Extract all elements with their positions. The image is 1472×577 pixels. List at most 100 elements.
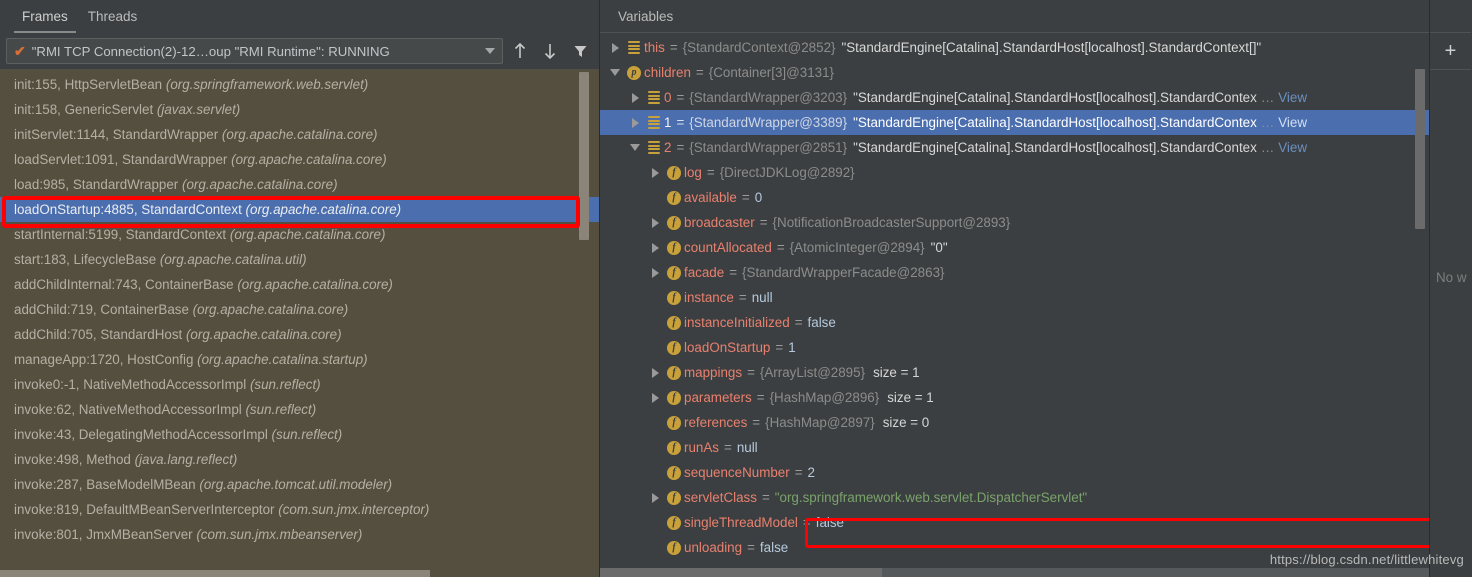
equals-sign: = (747, 540, 755, 555)
frame-row[interactable]: startInternal:5199, StandardContext (org… (0, 222, 599, 247)
add-watch-button[interactable]: + (1438, 38, 1464, 64)
expand-twisty-icon[interactable] (626, 110, 644, 135)
tab-frames[interactable]: Frames (12, 0, 78, 33)
frame-row[interactable]: invoke:43, DelegatingMethodAccessorImpl … (0, 422, 599, 447)
frame-row[interactable]: init:155, HttpServletBean (org.springfra… (0, 72, 599, 97)
value-ellipsis: … (1260, 90, 1275, 105)
frame-row[interactable]: init:158, GenericServlet (javax.servlet) (0, 97, 599, 122)
frame-row-selected[interactable]: loadOnStartup:4885, StandardContext (org… (0, 197, 599, 222)
frame-row[interactable]: loadServlet:1091, StandardWrapper (org.a… (0, 147, 599, 172)
frame-package: (com.sun.jmx.mbeanserver) (196, 527, 363, 542)
filter-icon[interactable] (567, 38, 593, 64)
frames-list[interactable]: init:155, HttpServletBean (org.springfra… (0, 69, 599, 577)
variable-row-mappings[interactable]: f mappings = {ArrayList@2895} size = 1 (600, 360, 1429, 385)
frame-row[interactable]: invoke:819, DefaultMBeanServerIntercepto… (0, 497, 599, 522)
view-value-link[interactable]: View (1278, 135, 1307, 160)
frame-row[interactable]: invoke:62, NativeMethodAccessorImpl (sun… (0, 397, 599, 422)
variable-row-facade[interactable]: f facade = {StandardWrapperFacade@2863} (600, 260, 1429, 285)
frames-vertical-scrollbar[interactable] (579, 72, 589, 240)
expand-twisty-icon[interactable] (646, 235, 664, 260)
variable-row-log[interactable]: f log = {DirectJDKLog@2892} (600, 160, 1429, 185)
variable-name: servletClass (684, 490, 757, 505)
tab-threads[interactable]: Threads (78, 0, 148, 33)
no-twisty (646, 460, 664, 485)
expand-twisty-icon[interactable] (626, 85, 644, 110)
object-stack-icon (644, 135, 664, 160)
variable-row-singleThreadModel[interactable]: f singleThreadModel = false (600, 510, 1429, 535)
variable-row-loadOnStartup[interactable]: f loadOnStartup = 1 (600, 335, 1429, 360)
equals-sign: = (706, 165, 715, 180)
variable-row-index-2[interactable]: 2 = {StandardWrapper@2851} "StandardEngi… (600, 135, 1429, 160)
frame-method: init:155, HttpServletBean (14, 77, 166, 92)
view-value-link[interactable]: View (1278, 85, 1307, 110)
frame-row[interactable]: initServlet:1144, StandardWrapper (org.a… (0, 122, 599, 147)
variable-value: "org.springframework.web.servlet.Dispatc… (774, 490, 1088, 505)
variable-name: broadcaster (684, 215, 755, 230)
collapse-twisty-icon[interactable] (606, 60, 624, 85)
variable-value: false (807, 315, 836, 330)
expand-twisty-icon[interactable] (646, 260, 664, 285)
expand-twisty-icon[interactable] (646, 360, 664, 385)
variable-row-runAs[interactable]: f runAs = null (600, 435, 1429, 460)
no-twisty (646, 510, 664, 535)
watches-panel: + No w (1430, 0, 1471, 577)
frame-method: invoke:819, DefaultMBeanServerIntercepto… (14, 502, 279, 517)
watches-list[interactable]: No w (1430, 69, 1471, 577)
variable-row-broadcaster[interactable]: f broadcaster = {NotificationBroadcaster… (600, 210, 1429, 235)
variable-name: instanceInitialized (684, 315, 790, 330)
frame-method: invoke:498, Method (14, 452, 135, 467)
frame-row[interactable]: addChildInternal:743, ContainerBase (org… (0, 272, 599, 297)
variable-row-instanceInitialized[interactable]: f instanceInitialized = false (600, 310, 1429, 335)
arrow-up-icon[interactable] (507, 38, 533, 64)
equals-sign: = (729, 265, 738, 280)
variable-value: 0 (754, 190, 763, 205)
expand-twisty-icon[interactable] (646, 385, 664, 410)
variables-tree[interactable]: this = {StandardContext@2852} "StandardE… (600, 33, 1429, 577)
frame-row[interactable]: load:985, StandardWrapper (org.apache.ca… (0, 172, 599, 197)
no-twisty (646, 310, 664, 335)
frame-row[interactable]: manageApp:1720, HostConfig (org.apache.c… (0, 347, 599, 372)
expand-twisty-icon[interactable] (646, 160, 664, 185)
variable-row-parameters[interactable]: f parameters = {HashMap@2896} size = 1 (600, 385, 1429, 410)
frame-row[interactable]: invoke:801, JmxMBeanServer (com.sun.jmx.… (0, 522, 599, 547)
variable-name: singleThreadModel (684, 515, 798, 530)
frame-row[interactable]: invoke:498, Method (java.lang.reflect) (0, 447, 599, 472)
variable-row-index-1-selected[interactable]: 1 = {StandardWrapper@3389} "StandardEngi… (600, 110, 1429, 135)
variable-row-children[interactable]: p children = {Container[3]@3131} (600, 60, 1429, 85)
variable-row-sequenceNumber[interactable]: f sequenceNumber = 2 (600, 460, 1429, 485)
view-value-link[interactable]: View (1278, 110, 1307, 135)
field-icon: f (664, 335, 684, 360)
variable-row-instance[interactable]: f instance = null (600, 285, 1429, 310)
expand-twisty-icon[interactable] (646, 485, 664, 510)
frame-row[interactable]: invoke:287, BaseModelMBean (org.apache.t… (0, 472, 599, 497)
variable-row-references[interactable]: f references = {HashMap@2897} size = 0 (600, 410, 1429, 435)
collapse-twisty-icon[interactable] (626, 135, 644, 160)
frame-row[interactable]: start:183, LifecycleBase (org.apache.cat… (0, 247, 599, 272)
expand-twisty-icon[interactable] (606, 35, 624, 60)
field-icon: f (664, 285, 684, 310)
variables-vertical-scrollbar[interactable] (1415, 69, 1425, 229)
thread-selector[interactable]: ✔ "RMI TCP Connection(2)-12…oup "RMI Run… (6, 38, 503, 64)
frames-horizontal-scrollbar[interactable] (0, 570, 430, 577)
variable-name: children (644, 65, 691, 80)
expand-twisty-icon[interactable] (646, 210, 664, 235)
variable-row-available[interactable]: f available = 0 (600, 185, 1429, 210)
variables-horizontal-scrollbar[interactable] (600, 568, 882, 577)
frame-method: invoke:801, JmxMBeanServer (14, 527, 197, 542)
frame-row[interactable]: invoke0:-1, NativeMethodAccessorImpl (su… (0, 372, 599, 397)
frame-method: start:183, LifecycleBase (14, 252, 160, 267)
collection-size: size = 1 (873, 365, 920, 380)
variable-type: {StandardWrapper@2851} (689, 140, 848, 155)
arrow-down-icon[interactable] (537, 38, 563, 64)
frame-row[interactable]: addChild:719, ContainerBase (org.apache.… (0, 297, 599, 322)
variable-value: null (736, 440, 758, 455)
variable-row-index-0[interactable]: 0 = {StandardWrapper@3203} "StandardEngi… (600, 85, 1429, 110)
frame-package: (org.apache.catalina.startup) (197, 352, 368, 367)
chevron-down-icon[interactable] (485, 48, 495, 54)
frame-row[interactable]: addChild:705, StandardHost (org.apache.c… (0, 322, 599, 347)
variable-name: countAllocated (684, 240, 772, 255)
variable-row-countAllocated[interactable]: f countAllocated = {AtomicInteger@2894} … (600, 235, 1429, 260)
variable-row-this[interactable]: this = {StandardContext@2852} "StandardE… (600, 35, 1429, 60)
variable-value: 2 (807, 465, 815, 480)
variable-row-servletClass[interactable]: f servletClass = "org.springframework.we… (600, 485, 1429, 510)
